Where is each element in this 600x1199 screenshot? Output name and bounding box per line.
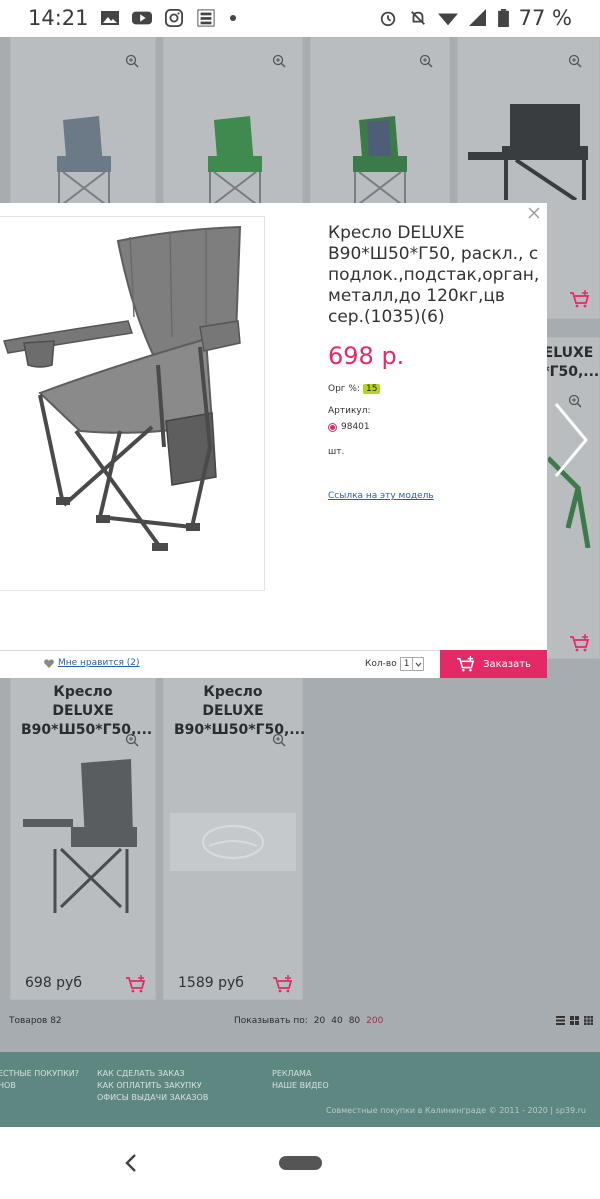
footer-link[interactable]: ОФИСЫ ВЫДАЧИ ЗАКАЗОВ <box>97 1092 208 1104</box>
mute-icon <box>410 11 425 25</box>
order-button[interactable]: Заказать <box>440 650 547 678</box>
page-size-40[interactable]: 40 <box>331 1016 342 1026</box>
add-to-cart-icon[interactable] <box>125 975 147 993</box>
product-price: 1589 руб <box>178 975 244 991</box>
product-card[interactable] <box>10 37 156 207</box>
product-image-frame <box>0 216 265 591</box>
add-to-cart-icon[interactable] <box>569 634 591 652</box>
product-title[interactable]: Кресло DELUXE В90*Ш50*Г50,... <box>11 683 155 740</box>
next-product-arrow-icon[interactable] <box>550 400 590 480</box>
chair-image <box>353 116 407 206</box>
battery-icon <box>497 9 509 27</box>
quantity-control: Кол-во 1 <box>365 657 425 671</box>
back-icon[interactable] <box>122 1151 140 1175</box>
chevron-down-icon <box>412 658 423 670</box>
heart-icon[interactable] <box>44 658 54 668</box>
page-size-80[interactable]: 80 <box>349 1016 360 1026</box>
quantity-label: Кол-во <box>365 659 397 669</box>
tile-view-icon[interactable] <box>584 1016 593 1025</box>
order-button-label: Заказать <box>483 658 531 670</box>
product-image <box>3 225 242 551</box>
total-count: Товаров 82 <box>9 1016 62 1026</box>
footer-link[interactable]: НАШЕ ВИДЕО <box>272 1080 329 1092</box>
battery-percent: 77 % <box>518 6 572 30</box>
notification-icons <box>100 9 238 27</box>
product-quickview-modal: Кресло DELUXE В90*Ш50*Г50, раскл., с под… <box>0 203 547 678</box>
footer-link[interactable]: КАК СДЕЛАТЬ ЗАКАЗ <box>97 1068 208 1080</box>
org-fee: Орг %: 15 <box>328 384 381 394</box>
cart-icon <box>457 656 475 672</box>
like-control[interactable]: Мне нравится (2) <box>44 658 140 668</box>
product-card[interactable]: Кресло DELUXE В90*Ш50*Г50,... 1589 руб <box>163 678 305 1000</box>
status-bar: 14:21 77 % <box>0 0 600 37</box>
chair-image <box>23 759 137 913</box>
footer-link[interactable]: НОВ <box>0 1080 79 1092</box>
zoom-icon[interactable] <box>272 733 286 747</box>
product-price: 698 р. <box>328 342 405 370</box>
list-view-icon[interactable] <box>556 1016 565 1025</box>
site-footer: ЕСТНЫЕ ПОКУПКИ? НОВ КАК СДЕЛАТЬ ЗАКАЗ КА… <box>0 1052 600 1127</box>
system-navigation-bar <box>0 1127 600 1199</box>
home-pill[interactable] <box>279 1156 322 1170</box>
photo-icon <box>101 11 119 25</box>
alarm-icon <box>380 11 395 27</box>
footer-copyright: Совместные покупки в Калининграде © 2011… <box>325 1106 586 1115</box>
quantity-value: 1 <box>403 659 410 669</box>
like-link[interactable]: Мне нравится (2) <box>58 658 140 668</box>
product-title: Кресло DELUXE В90*Ш50*Г50, раскл., с под… <box>328 223 540 327</box>
wifi-icon <box>437 13 458 26</box>
signal-icon <box>468 9 486 26</box>
product-card[interactable] <box>163 37 303 207</box>
brand-logo-icon <box>202 825 264 859</box>
product-card[interactable] <box>310 37 450 207</box>
chair-image <box>57 116 111 206</box>
placeholder-logo <box>170 813 296 871</box>
close-icon[interactable] <box>527 206 541 220</box>
page-size-200[interactable]: 200 <box>366 1016 383 1026</box>
org-fee-label: Орг %: <box>328 384 360 394</box>
youtube-icon <box>132 11 152 25</box>
footer-link[interactable]: КАК ОПЛАТИТЬ ЗАКУПКУ <box>97 1080 208 1092</box>
add-to-cart-icon[interactable] <box>569 290 591 308</box>
system-status: 77 % <box>378 6 572 30</box>
footer-link[interactable]: РЕКЛАМА <box>272 1068 329 1080</box>
dot-icon <box>230 15 236 21</box>
catalog-pagination-bar: Товаров 82 Показывать по: 20 40 80 200 <box>0 1012 600 1034</box>
product-card[interactable]: Кресло DELUXE В90*Ш50*Г50,... 698 руб <box>10 678 156 1000</box>
article-label: Артикул: <box>328 406 371 416</box>
zoom-icon[interactable] <box>419 54 433 68</box>
detmir-icon <box>197 9 215 27</box>
page-size-label: Показывать по: <box>234 1016 308 1026</box>
quantity-select[interactable]: 1 <box>399 657 425 671</box>
org-fee-badge: 15 <box>362 384 381 394</box>
instagram-icon <box>165 9 183 27</box>
zoom-icon[interactable] <box>125 733 139 747</box>
page-size-selector: Показывать по: 20 40 80 200 <box>234 1016 383 1026</box>
footer-link[interactable]: ЕСТНЫЕ ПОКУПКИ? <box>0 1068 79 1080</box>
product-price: 698 руб <box>25 975 82 991</box>
chair-image <box>208 116 262 206</box>
add-to-cart-icon[interactable] <box>272 975 294 993</box>
product-title[interactable]: Кресло DELUXE В90*Ш50*Г50,... <box>164 683 305 740</box>
grid-view-icon[interactable] <box>570 1016 579 1025</box>
page-size-20[interactable]: 20 <box>314 1016 325 1026</box>
unit-label: шт. <box>328 447 345 457</box>
zoom-icon[interactable] <box>568 54 582 68</box>
status-time: 14:21 <box>28 6 89 30</box>
zoom-icon[interactable] <box>272 54 286 68</box>
zoom-icon[interactable] <box>125 54 139 68</box>
model-link[interactable]: Ссылка на эту модель <box>328 491 434 501</box>
article-value: 98401 <box>341 422 370 432</box>
article-radio[interactable] <box>328 422 337 432</box>
chair-image <box>468 104 588 200</box>
article-option[interactable]: 98401 <box>328 422 370 432</box>
view-toggles <box>556 1016 593 1025</box>
